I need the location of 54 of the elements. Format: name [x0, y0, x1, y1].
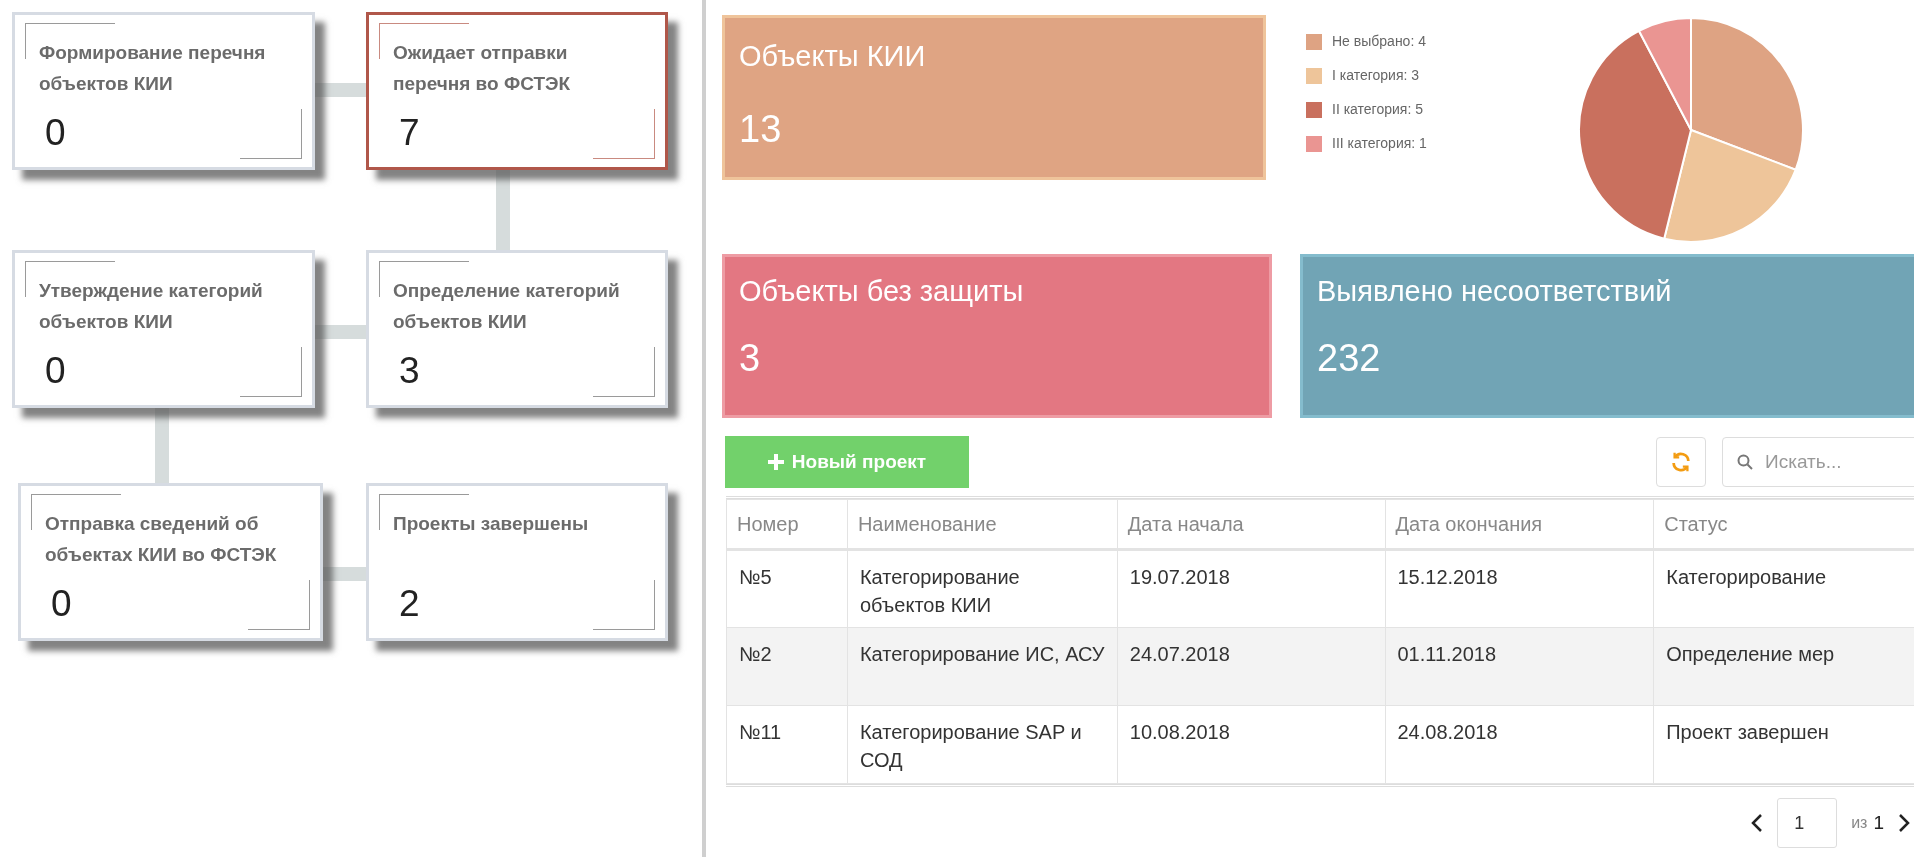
legend-label: I категория: 3	[1332, 66, 1420, 85]
table-cell: Категорирование ИС, АСУ	[847, 627, 1118, 706]
next-page-icon[interactable]	[1898, 813, 1910, 833]
stage-title: Ожидает отправки перечня во ФСТЭК	[393, 41, 572, 96]
table-cell: №2	[726, 627, 848, 706]
stage-card[interactable]: Ожидает отправки перечня во ФСТЭК 7	[366, 12, 668, 170]
stage-card[interactable]: Отправка сведений об объектах КИИ во ФСТЭК 0	[18, 483, 323, 641]
stage-title: Проекты завершены	[393, 512, 590, 536]
stat-title: Объекты без защиты	[739, 274, 1025, 309]
legend-label: III категория: 1	[1332, 134, 1427, 153]
table-cell: Категорирование объектов КИИ	[847, 549, 1118, 628]
table-cell: 15.12.2018	[1385, 549, 1654, 628]
stage-count: 2	[399, 582, 420, 626]
legend-label: II категория: 5	[1332, 100, 1423, 119]
table-cell: 19.07.2018	[1117, 549, 1385, 628]
stage-title: Формирование перечня объектов КИИ	[39, 41, 267, 96]
previous-page-icon[interactable]	[1751, 813, 1764, 833]
page-of-label: из	[1851, 813, 1868, 833]
table-cell: №11	[726, 705, 848, 784]
stage-count: 0	[45, 111, 66, 155]
stage-title: Определение категорий объектов КИИ	[393, 279, 621, 334]
page-total: 1	[1873, 810, 1884, 835]
search-icon	[1737, 454, 1753, 470]
stat-value: 3	[739, 336, 762, 381]
stage-count: 0	[51, 582, 72, 626]
stage-count: 0	[45, 349, 66, 393]
table-cell: 24.07.2018	[1117, 627, 1385, 706]
page-input[interactable]: 1	[1777, 798, 1838, 848]
legend-label: Не выбрано: 4	[1332, 32, 1426, 51]
search-field[interactable]: Искать...	[1722, 437, 1914, 487]
stat-title: Объекты КИИ	[739, 39, 927, 74]
table-cell: Категорирование SAP и СОД	[847, 705, 1118, 784]
column-header[interactable]: Номер	[726, 499, 848, 550]
table-cell: №5	[726, 549, 848, 628]
stage-title: Отправка сведений об объектах КИИ во ФСТЭК	[45, 512, 278, 567]
stage-title: Утверждение категорий объектов КИИ	[39, 279, 264, 334]
search-input[interactable]: Искать...	[1765, 447, 1914, 477]
stage-count: 3	[399, 349, 420, 393]
stage-card[interactable]: Определение категорий объектов КИИ 3	[366, 250, 668, 408]
column-header[interactable]: Дата окончания	[1385, 499, 1654, 550]
stat-value: 232	[1317, 336, 1382, 381]
stage-card[interactable]: Утверждение категорий объектов КИИ 0	[12, 250, 315, 408]
stat-value: 13	[739, 107, 783, 152]
stat-title: Выявлено несоответствий	[1317, 274, 1673, 309]
stage-count: 7	[399, 111, 420, 155]
table-cell: 10.08.2018	[1117, 705, 1385, 784]
table-cell: 01.11.2018	[1385, 627, 1654, 706]
column-header[interactable]: Наименование	[847, 499, 1118, 550]
stage-card[interactable]: Проекты завершены 2	[366, 483, 668, 641]
stage-card[interactable]: Формирование перечня объектов КИИ 0	[12, 12, 315, 170]
column-header[interactable]: Дата начала	[1117, 499, 1385, 550]
refresh-icon	[1670, 451, 1692, 473]
table-cell: 24.08.2018	[1385, 705, 1654, 784]
plus-icon	[767, 454, 784, 470]
